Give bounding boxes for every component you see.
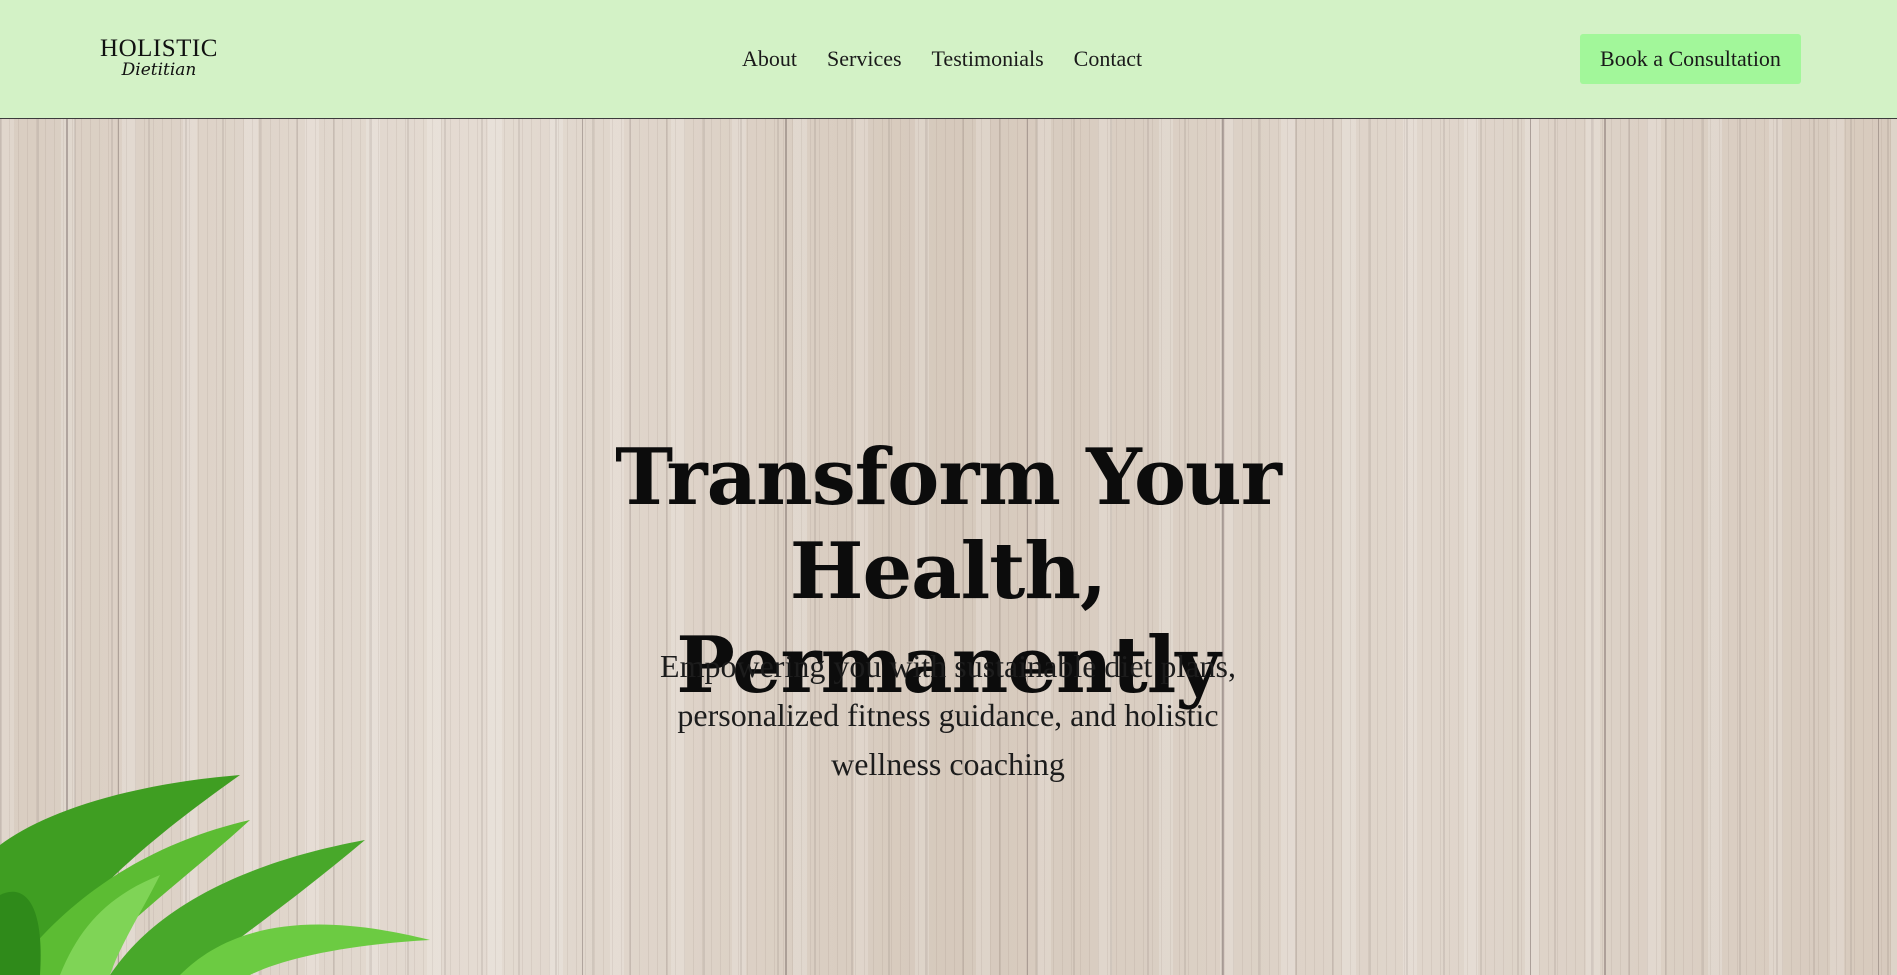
nav-link-about[interactable]: About — [742, 44, 797, 74]
leaves-decoration-icon — [0, 775, 430, 975]
hero-title-line-1: Transform Your Health, — [615, 432, 1282, 617]
wood-grain-line — [1530, 119, 1531, 975]
nav-link-contact[interactable]: Contact — [1074, 44, 1142, 74]
site-header: HOLISTIC Dietitian About Services Testim… — [0, 0, 1897, 119]
wood-grain-line — [1604, 119, 1606, 975]
hero-section: Transform Your Health, Permanently Empow… — [0, 119, 1897, 975]
brand-logo[interactable]: HOLISTIC Dietitian — [100, 36, 218, 84]
hero-subtitle-line-2: personalized fitness guidance, and holis… — [677, 697, 1219, 733]
hero-subtitle-line-1: Empowering you with sustainable diet pla… — [660, 648, 1236, 684]
logo-main-text: HOLISTIC — [100, 35, 218, 62]
hero-subtitle: Empowering you with sustainable diet pla… — [618, 642, 1278, 789]
main-nav: About Services Testimonials Contact — [742, 44, 1142, 74]
logo-sub-text: Dietitian — [121, 60, 197, 80]
wood-grain-line — [1878, 119, 1879, 975]
nav-link-testimonials[interactable]: Testimonials — [932, 44, 1044, 74]
nav-link-services[interactable]: Services — [827, 44, 902, 74]
hero-subtitle-line-3: wellness coaching — [831, 746, 1065, 782]
book-consultation-button[interactable]: Book a Consultation — [1580, 34, 1801, 84]
